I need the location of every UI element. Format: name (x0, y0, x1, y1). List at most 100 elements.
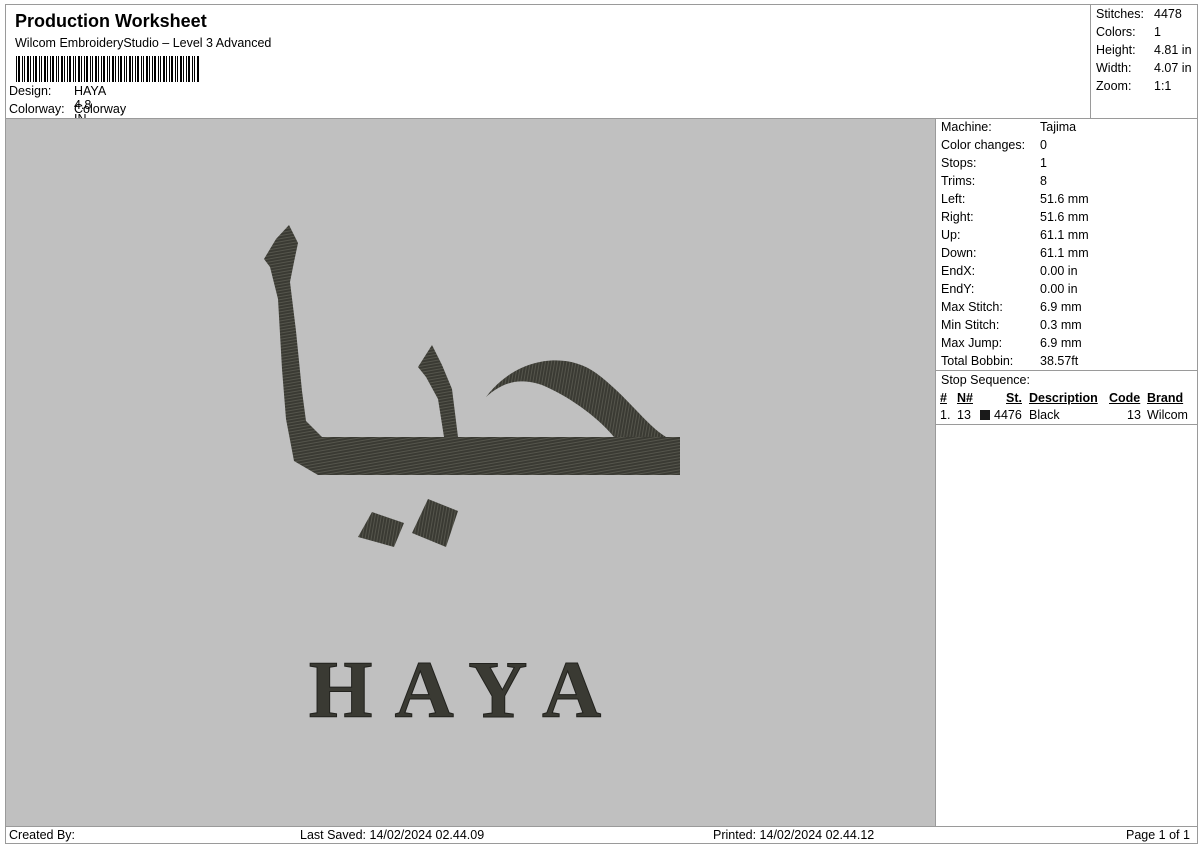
barcode-bar (135, 56, 136, 82)
stat-value: 1 (1154, 25, 1161, 39)
barcode-bar (109, 56, 110, 82)
machine-info-value: 61.1 mm (1040, 246, 1089, 260)
machine-info-label: EndX: (941, 264, 976, 278)
machine-info-label: Max Stitch: (941, 300, 1003, 314)
colorway-label: Colorway: (9, 102, 65, 116)
machine-info-value: 38.57ft (1040, 354, 1079, 368)
machine-info-value: 6.9 mm (1040, 336, 1082, 350)
barcode-bar (171, 56, 173, 82)
barcode-bar (146, 56, 148, 82)
machine-info-row: Trims: 8 (941, 174, 1196, 192)
stop-sequence-label: Stop Sequence: (941, 373, 1030, 387)
barcode-bar (169, 56, 170, 82)
row-needle: 13 (957, 408, 971, 422)
calligraphy-tooth-stroke (418, 345, 458, 437)
machine-info-row: EndY: 0.00 in (941, 282, 1196, 300)
machine-info-row: Left: 51.6 mm (941, 192, 1196, 210)
barcode-bar (81, 56, 82, 82)
machine-info-value: 0.00 in (1040, 264, 1078, 278)
machine-info-row: Max Stitch: 6.9 mm (941, 300, 1196, 318)
machine-info-label: EndY: (941, 282, 975, 296)
stat-width: Width: 4.07 in (1096, 61, 1200, 79)
barcode-bar (149, 56, 150, 82)
calligraphy-wave-stroke (486, 360, 666, 437)
machine-info-row: Down: 61.1 mm (941, 246, 1196, 264)
machine-info-label: Color changes: (941, 138, 1026, 152)
row-description: Black (1029, 408, 1060, 422)
barcode-bar (120, 56, 122, 82)
machine-info-value: 6.9 mm (1040, 300, 1082, 314)
machine-info-value: 61.1 mm (1040, 228, 1089, 242)
machine-info-value: 51.6 mm (1040, 210, 1089, 224)
barcode-bar (163, 56, 165, 82)
machine-info-row: Stops: 1 (941, 156, 1196, 174)
machine-info-label: Total Bobbin: (941, 354, 1014, 368)
barcode-bar (90, 56, 91, 82)
col-header-needle: N# (957, 391, 973, 405)
barcode-bar (61, 56, 63, 82)
stat-colors: Colors: 1 (1096, 25, 1200, 43)
barcode-bar (186, 56, 187, 82)
machine-info-value: 1 (1040, 156, 1047, 170)
barcode-bar (67, 56, 68, 82)
barcode-bar (141, 56, 142, 82)
barcode-bar (84, 56, 85, 82)
col-header-index: # (940, 391, 947, 405)
barcode-bar (192, 56, 193, 82)
worksheet-footer: Created By: Last Saved: 14/02/2024 02.44… (5, 826, 1198, 844)
barcode-bar (118, 56, 119, 82)
barcode-bar (183, 56, 184, 82)
barcode-bar (73, 56, 74, 82)
machine-info-row: Up: 61.1 mm (941, 228, 1196, 246)
machine-info-value: 0 (1040, 138, 1047, 152)
row-code: 13 (1127, 408, 1141, 422)
barcode-bar (33, 56, 34, 82)
stat-value: 4.07 in (1154, 61, 1192, 75)
barcode-bar (129, 56, 131, 82)
design-stats: Stitches: 4478 Colors: 1 Height: 4.81 in Wi… (1090, 4, 1199, 119)
barcode-bar (86, 56, 88, 82)
divider (936, 370, 1197, 371)
barcode-bar (132, 56, 133, 82)
machine-info-label: Max Jump: (941, 336, 1003, 350)
barcode-bar (194, 56, 195, 82)
machine-info-row: Machine: Tajima (941, 120, 1196, 138)
stat-label: Zoom: (1096, 79, 1132, 93)
stat-height: Height: 4.81 in (1096, 43, 1200, 61)
software-subtitle: Wilcom EmbroideryStudio – Level 3 Advanc… (15, 36, 272, 50)
barcode-bar (58, 56, 59, 82)
embroidery-design: HAYA (264, 225, 680, 736)
barcode-bar (101, 56, 102, 82)
calligraphy-main-stroke (264, 225, 680, 475)
barcode-bar (52, 56, 54, 82)
row-index: 1. (940, 408, 951, 422)
machine-info-label: Min Stitch: (941, 318, 1000, 332)
worksheet-header: Production Worksheet Wilcom EmbroiderySt… (5, 4, 1198, 130)
barcode-bar (152, 56, 153, 82)
row-stitches: 4476 (994, 408, 1022, 422)
col-header-description: Description (1029, 391, 1098, 405)
machine-info-row: Color changes: 0 (941, 138, 1196, 156)
machine-info-row: Max Jump: 6.9 mm (941, 336, 1196, 354)
barcode-bar (30, 56, 31, 82)
barcode-bar (103, 56, 105, 82)
barcode-bar (160, 56, 161, 82)
latin-text: HAYA (309, 644, 623, 735)
divider (936, 424, 1197, 425)
col-header-brand: Brand (1147, 391, 1184, 405)
page-title: Production Worksheet (15, 11, 207, 31)
barcode-bar (39, 56, 40, 82)
calligraphy-dot-left (358, 512, 404, 547)
stat-value: 4478 (1154, 7, 1182, 21)
page-number: Page 1 of 1 (1126, 828, 1190, 842)
machine-info-label: Left: (941, 192, 966, 206)
barcode-bar (24, 56, 25, 82)
stat-label: Colors: (1096, 25, 1136, 39)
barcode-bar (69, 56, 71, 82)
barcode-bar (107, 56, 108, 82)
row-brand: Wilcom (1147, 408, 1188, 422)
barcode-bar (78, 56, 80, 82)
barcode-bar (27, 56, 29, 82)
barcode-bar (41, 56, 42, 82)
machine-info-label: Machine: (941, 120, 992, 134)
